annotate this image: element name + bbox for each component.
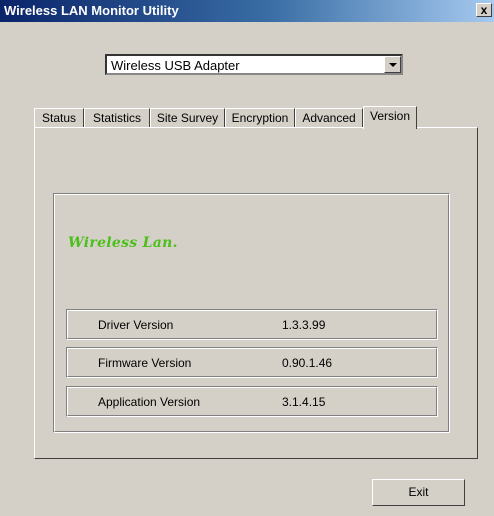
chevron-down-icon[interactable]: [384, 56, 401, 73]
application-version-label: Application Version: [98, 395, 201, 409]
window-title: Wireless LAN Monitor Utility: [4, 3, 179, 18]
tab-label: Advanced: [302, 111, 356, 125]
tab-label: Site Survey: [156, 111, 219, 125]
tab-version[interactable]: Version: [363, 106, 417, 129]
tab-label: Version: [369, 109, 411, 123]
exit-button[interactable]: Exit: [372, 479, 465, 506]
firmware-version-row: Firmware Version 0.90.1.46: [66, 347, 438, 378]
application-version-row: Application Version 3.1.4.15: [66, 386, 438, 417]
title-bar[interactable]: Wireless LAN Monitor Utility x: [0, 0, 494, 22]
main-window: Wireless LAN Monitor Utility x Wireless …: [0, 0, 494, 516]
tab-status[interactable]: Status: [34, 108, 84, 128]
driver-version-value: 1.3.3.99: [282, 318, 326, 332]
driver-version-row: Driver Version 1.3.3.99: [66, 309, 438, 340]
adapter-select[interactable]: Wireless USB Adapter: [105, 54, 403, 75]
close-icon: x: [480, 3, 488, 17]
tab-label: Encryption: [231, 111, 289, 125]
close-button[interactable]: x: [476, 3, 492, 17]
driver-version-label: Driver Version: [98, 318, 174, 332]
tab-advanced[interactable]: Advanced: [295, 108, 363, 128]
tab-statistics[interactable]: Statistics: [84, 108, 150, 128]
exit-button-label: Exit: [408, 485, 429, 499]
tab-site-survey[interactable]: Site Survey: [150, 108, 225, 128]
firmware-version-label: Firmware Version: [98, 356, 192, 370]
wireless-lan-logo: Wireless Lan.: [68, 235, 178, 251]
tab-label: Statistics: [92, 111, 141, 125]
tab-label: Status: [41, 111, 77, 125]
application-version-value: 3.1.4.15: [282, 395, 326, 409]
firmware-version-value: 0.90.1.46: [282, 356, 333, 370]
adapter-select-value: Wireless USB Adapter: [111, 58, 240, 73]
tab-encryption[interactable]: Encryption: [225, 108, 295, 128]
